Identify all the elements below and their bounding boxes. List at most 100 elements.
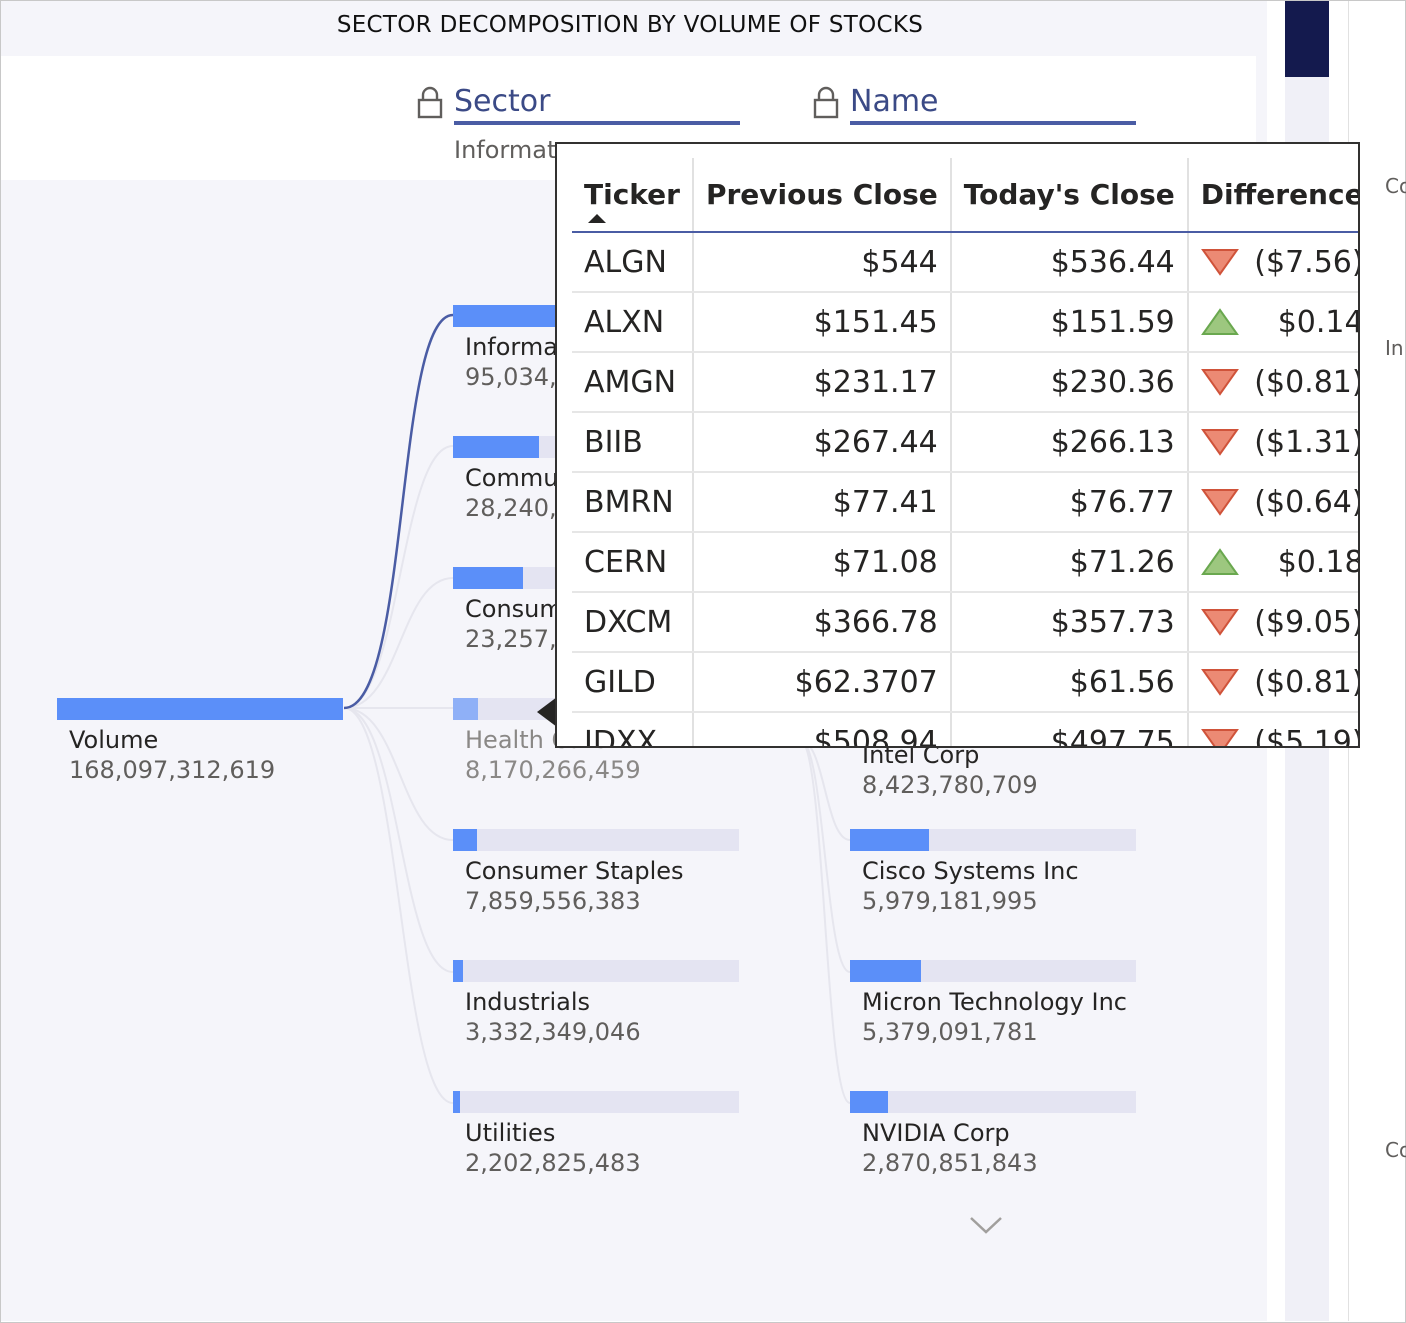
- bar-fill: [453, 436, 539, 458]
- node-value: 168,097,312,619: [69, 756, 276, 784]
- bar-track: [453, 960, 739, 982]
- cell-ticker: CERN: [572, 532, 693, 593]
- cell-previous-close: $366.78: [691, 592, 951, 653]
- bar-fill: [57, 698, 343, 720]
- cell-previous-close: $62.3707: [691, 652, 951, 713]
- column-header-difference[interactable]: Difference: [1186, 158, 1358, 233]
- node-label: Volume: [69, 726, 159, 754]
- node-value: 95,034,: [465, 363, 557, 391]
- bar-fill: [453, 960, 463, 982]
- cell-ticker: BIIB: [572, 412, 693, 473]
- table-row[interactable]: IDXX $508.94 $497.75 ($5.19): [572, 712, 1358, 746]
- node-value: 28,240,: [465, 494, 557, 522]
- table-row[interactable]: BMRN $77.41 $76.77 ($0.64): [572, 472, 1358, 533]
- cell-todays-close: $151.59: [949, 292, 1188, 353]
- bar-fill: [850, 1091, 888, 1113]
- node-value: 5,979,181,995: [862, 887, 1038, 915]
- pane-header-block: [1285, 1, 1329, 77]
- node-label: Utilities: [465, 1119, 556, 1147]
- cell-difference: $0.18: [1186, 532, 1358, 593]
- cell-difference: ($5.19): [1186, 712, 1358, 746]
- table-row[interactable]: CERN $71.08 $71.26 $0.18: [572, 532, 1358, 593]
- cell-todays-close: $357.73: [949, 592, 1188, 653]
- node-value: 2,202,825,483: [465, 1149, 641, 1177]
- node-label: Commu: [465, 464, 559, 492]
- sort-ascending-icon[interactable]: [587, 213, 607, 224]
- cell-difference: ($9.05): [1186, 592, 1358, 653]
- bar-track: [453, 829, 739, 851]
- table-row[interactable]: ALGN $544 $536.44 ($7.56): [572, 232, 1358, 293]
- bar-track: [453, 1091, 739, 1113]
- node-label: Informa: [465, 333, 558, 361]
- cell-previous-close: $151.45: [691, 292, 951, 353]
- bar-fill: [850, 960, 921, 982]
- table-row[interactable]: GILD $62.3707 $61.56 ($0.81): [572, 652, 1358, 713]
- table-row[interactable]: AMGN $231.17 $230.36 ($0.81): [572, 352, 1358, 413]
- bar-fill: [453, 829, 477, 851]
- node-value: 8,423,780,709: [862, 771, 1038, 799]
- cell-difference: ($0.81): [1186, 652, 1358, 713]
- down-triangle-icon: [1200, 249, 1239, 276]
- table-body: ALGN $544 $536.44 ($7.56) ALXN $151.45 $151.59…: [572, 232, 1358, 746]
- node-value: 8,170,266,459: [465, 756, 641, 784]
- cell-ticker: ALXN: [572, 292, 693, 353]
- chevron-down-icon[interactable]: [968, 1214, 1004, 1236]
- tooltip-table: Ticker Previous Close Today's Close Diff…: [555, 142, 1360, 748]
- cell-todays-close: $76.77: [949, 472, 1188, 533]
- down-triangle-icon: [1200, 429, 1239, 456]
- column-header-ticker[interactable]: Ticker: [572, 158, 693, 233]
- cell-previous-close: $77.41: [691, 472, 951, 533]
- table-row[interactable]: DXCM $366.78 $357.73 ($9.05): [572, 592, 1358, 653]
- node-value: 2,870,851,843: [862, 1149, 1038, 1177]
- right-pane-label: In: [1385, 336, 1404, 360]
- down-triangle-icon: [1200, 609, 1239, 636]
- cell-previous-close: $508.94: [691, 712, 951, 746]
- cell-todays-close: $71.26: [949, 532, 1188, 593]
- node-value: 5,379,091,781: [862, 1018, 1038, 1046]
- column-header-previous-close[interactable]: Previous Close: [691, 158, 951, 233]
- tooltip-pointer: [537, 697, 557, 727]
- right-pane-label: Co: [1385, 174, 1406, 198]
- cell-ticker: BMRN: [572, 472, 693, 533]
- column-header-todays-close[interactable]: Today's Close: [949, 158, 1188, 233]
- bar-fill: [453, 567, 523, 589]
- node-value: 23,257,: [465, 625, 557, 653]
- cell-todays-close: $497.75: [949, 712, 1188, 746]
- table-row[interactable]: BIIB $267.44 $266.13 ($1.31): [572, 412, 1358, 473]
- cell-todays-close: $61.56: [949, 652, 1188, 713]
- table-row[interactable]: ALXN $151.45 $151.59 $0.14: [572, 292, 1358, 353]
- bar-fill: [453, 1091, 460, 1113]
- cell-ticker: AMGN: [572, 352, 693, 413]
- node-value: 3,332,349,046: [465, 1018, 641, 1046]
- cell-ticker: GILD: [572, 652, 693, 713]
- node-label: Micron Technology Inc: [862, 988, 1127, 1016]
- node-value: 7,859,556,383: [465, 887, 641, 915]
- cell-previous-close: $231.17: [691, 352, 951, 413]
- bar-fill: [453, 698, 478, 720]
- cell-previous-close: $544: [691, 232, 951, 293]
- cell-todays-close: $536.44: [949, 232, 1188, 293]
- node-label: Consumer Staples: [465, 857, 684, 885]
- cell-difference: ($1.31): [1186, 412, 1358, 473]
- down-triangle-icon: [1200, 369, 1239, 396]
- cell-difference: $0.14: [1186, 292, 1358, 353]
- cell-previous-close: $71.08: [691, 532, 951, 593]
- cell-todays-close: $230.36: [949, 352, 1188, 413]
- right-pane-label: Co: [1385, 1138, 1406, 1162]
- cell-difference: ($7.56): [1186, 232, 1358, 293]
- down-triangle-icon: [1200, 489, 1239, 516]
- ticker-table: Ticker Previous Close Today's Close Diff…: [572, 158, 1358, 746]
- up-triangle-icon: [1200, 548, 1239, 575]
- node-label: Cisco Systems Inc: [862, 857, 1079, 885]
- up-triangle-icon: [1200, 308, 1239, 335]
- bar-fill: [850, 829, 929, 851]
- cell-ticker: DXCM: [572, 592, 693, 653]
- node-label: Industrials: [465, 988, 591, 1016]
- node-label: Consum: [465, 595, 563, 623]
- down-triangle-icon: [1200, 729, 1239, 746]
- cell-previous-close: $267.44: [691, 412, 951, 473]
- cell-difference: ($0.64): [1186, 472, 1358, 533]
- cell-ticker: ALGN: [572, 232, 693, 293]
- down-triangle-icon: [1200, 669, 1239, 696]
- cell-todays-close: $266.13: [949, 412, 1188, 473]
